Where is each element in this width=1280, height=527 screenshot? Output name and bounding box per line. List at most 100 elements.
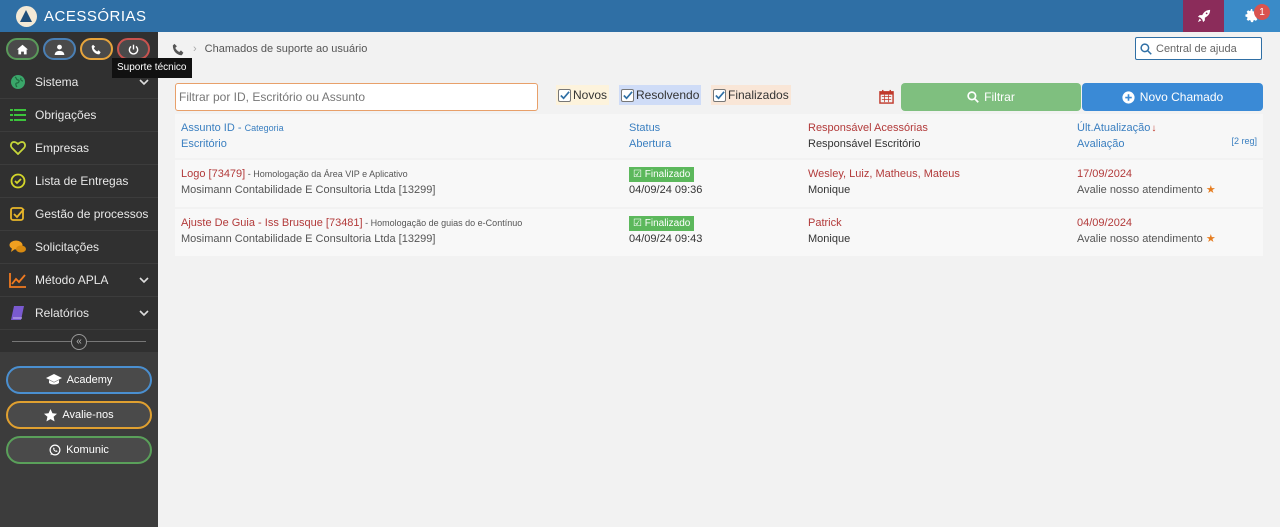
row-subject[interactable]: Logo [73479] - Homologação da Área VIP e… <box>181 166 408 182</box>
status-badge-label: Finalizado <box>644 169 691 180</box>
checkbox-finalizados[interactable]: Finalizados <box>711 85 791 105</box>
row-responsible-office: Monique <box>808 184 851 196</box>
row-subject[interactable]: Ajuste De Guia - Iss Brusque [73481] - H… <box>181 215 522 231</box>
sidebar-item-label: Lista de Entregas <box>35 174 129 188</box>
row-last-update: 17/09/2024 <box>1077 168 1133 180</box>
checkbox-label: Novos <box>573 88 608 102</box>
row-opened: 04/09/24 09:36 <box>629 184 703 196</box>
top-bar: ACESSÓRIAS 1 <box>0 0 1280 32</box>
checkbox-resolvendo[interactable]: Resolvendo <box>619 85 702 105</box>
avalie-label: Avalie-nos <box>62 409 114 421</box>
home-button[interactable] <box>6 38 39 60</box>
help-search[interactable] <box>1135 37 1262 60</box>
heart-icon <box>9 139 27 157</box>
komunic-button[interactable]: Komunic <box>6 436 152 464</box>
main-content: › Chamados de suporte ao usuário Novos R… <box>158 32 1280 527</box>
table-header: Assunto ID - Categoria Escritório Status… <box>175 114 1263 158</box>
line-chart-icon <box>9 271 27 289</box>
new-ticket-button[interactable]: Novo Chamado <box>1082 83 1263 111</box>
breadcrumb-separator-icon: › <box>193 43 197 55</box>
header-subject[interactable]: Assunto ID - Categoria <box>181 120 284 136</box>
row-rating[interactable]: Avalie nosso atendimento ★ <box>1077 231 1216 247</box>
graduation-cap-icon <box>45 374 62 385</box>
logo-icon <box>16 5 37 27</box>
logout-button[interactable] <box>117 38 150 60</box>
sidebar-item-obrigacoes[interactable]: Obrigações <box>0 99 158 132</box>
academy-label: Academy <box>66 374 113 386</box>
row-opened: 04/09/24 09:43 <box>629 233 703 245</box>
sidebar-item-relatorios[interactable]: Relatórios <box>0 297 158 330</box>
user-button[interactable] <box>43 38 76 60</box>
check-square-icon <box>9 205 27 223</box>
header-office[interactable]: Escritório <box>181 136 227 152</box>
collapse-sidebar-icon[interactable]: « <box>71 334 87 350</box>
sidebar-item-empresas[interactable]: Empresas <box>0 132 158 165</box>
header-responsible[interactable]: Responsável Acessórias <box>808 120 928 136</box>
notification-badge: 1 <box>1254 4 1270 20</box>
sidebar-item-lista-entregas[interactable]: Lista de Entregas <box>0 165 158 198</box>
settings-button[interactable]: 1 <box>1224 0 1280 32</box>
tickets-table: Assunto ID - Categoria Escritório Status… <box>175 114 1263 256</box>
sidebar-lower-panel: Academy Avalie-nos Komunic <box>0 352 158 527</box>
filter-button[interactable]: Filtrar <box>901 83 1081 111</box>
brand[interactable]: ACESSÓRIAS <box>16 3 147 29</box>
sidebar-item-metodo-apla[interactable]: Método APLA <box>0 264 158 297</box>
star-icon[interactable]: ★ <box>1206 184 1216 196</box>
header-category-label: Categoria <box>244 123 284 133</box>
breadcrumb-current: Chamados de suporte ao usuário <box>204 43 368 55</box>
row-responsible: Wesley, Luiz, Matheus, Mateus <box>808 168 960 180</box>
sidebar-collapse-row: « <box>0 331 158 353</box>
checkbox-novos[interactable]: Novos <box>556 85 610 105</box>
sidebar: Suporte técnico Sistema Obrigações Empre… <box>0 32 192 527</box>
row-responsible-office: Monique <box>808 233 851 245</box>
sidebar-item-solicitacoes[interactable]: Solicitações <box>0 231 158 264</box>
header-rating[interactable]: Avaliação <box>1077 136 1125 152</box>
check-circle-icon <box>9 172 27 190</box>
header-last-update[interactable]: Últ.Atualização↓ <box>1077 120 1156 137</box>
checkbox-label: Resolvendo <box>636 88 700 102</box>
table-row[interactable]: Logo [73479] - Homologação da Área VIP e… <box>175 160 1263 207</box>
tooltip-support: Suporte técnico <box>112 58 192 78</box>
phone-icon <box>91 44 101 54</box>
header-status[interactable]: Status <box>629 120 660 136</box>
sidebar-item-label: Sistema <box>35 75 79 89</box>
row-office: Mosimann Contabilidade E Consultoria Ltd… <box>181 184 436 196</box>
plus-circle-icon <box>1122 90 1135 104</box>
breadcrumb: › Chamados de suporte ao usuário <box>172 41 367 57</box>
list-icon <box>9 106 27 124</box>
rocket-button[interactable] <box>1183 0 1224 32</box>
sidebar-item-label: Método APLA <box>35 273 109 287</box>
help-search-input[interactable] <box>1156 42 1256 55</box>
comments-icon <box>9 238 27 256</box>
power-icon <box>128 44 139 54</box>
sidebar-item-label: Relatórios <box>35 306 90 320</box>
header-opened[interactable]: Abertura <box>629 136 671 152</box>
search-icon <box>1140 42 1152 55</box>
row-subject-title: Logo [73479] <box>181 168 246 180</box>
star-icon[interactable]: ★ <box>1206 233 1216 245</box>
support-button[interactable] <box>80 38 113 60</box>
sidebar-item-label: Empresas <box>35 141 90 155</box>
home-icon <box>17 44 28 54</box>
avalie-button[interactable]: Avalie-nos <box>6 401 152 429</box>
status-badge-label: Finalizado <box>644 218 691 229</box>
row-rating[interactable]: Avalie nosso atendimento ★ <box>1077 182 1216 198</box>
sidebar-menu: Sistema Obrigações Empresas Lista de Ent… <box>0 66 158 330</box>
app-title: ACESSÓRIAS <box>44 7 147 25</box>
sidebar-item-label: Solicitações <box>35 240 100 254</box>
sidebar-item-gestao-processos[interactable]: Gestão de processos <box>0 198 158 231</box>
header-responsible-office[interactable]: Responsável Escritório <box>808 136 921 152</box>
row-status: ☑ Finalizado <box>629 215 695 231</box>
filter-search-input[interactable] <box>175 83 538 111</box>
record-count: [2 reg] <box>1231 136 1257 146</box>
book-icon <box>9 304 27 322</box>
table-row[interactable]: Ajuste De Guia - Iss Brusque [73481] - H… <box>175 209 1263 256</box>
sidebar-item-label: Gestão de processos <box>35 207 149 221</box>
row-rating-label: Avalie nosso atendimento <box>1077 184 1203 196</box>
status-badge: ☑ Finalizado <box>629 216 695 231</box>
star-icon <box>44 408 58 421</box>
header-last-update-label: Últ.Atualização <box>1077 122 1151 134</box>
calendar-icon[interactable] <box>879 89 894 104</box>
status-badge: ☑ Finalizado <box>629 167 695 182</box>
academy-button[interactable]: Academy <box>6 366 152 394</box>
